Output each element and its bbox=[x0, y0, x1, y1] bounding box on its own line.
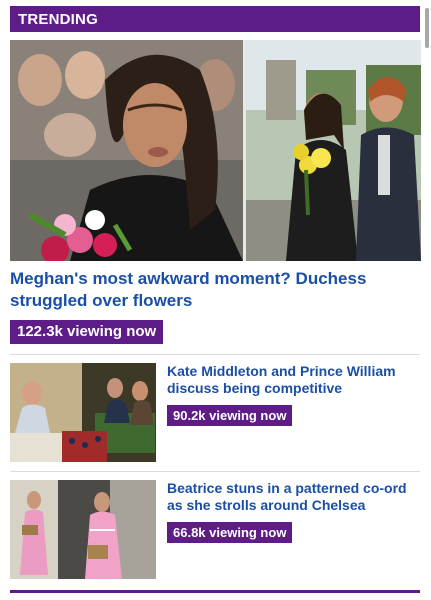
hero-photo-left bbox=[10, 40, 243, 261]
hero-image[interactable] bbox=[10, 40, 421, 261]
story-headline-link-2[interactable]: Beatrice stuns in a patterned co-ord as … bbox=[167, 480, 422, 514]
scrollbar-thumb[interactable] bbox=[425, 8, 429, 48]
story-headline-link-1[interactable]: Kate Middleton and Prince William discus… bbox=[167, 363, 422, 397]
section-header-label: TRENDING bbox=[18, 11, 98, 28]
section-header-trending: TRENDING bbox=[10, 6, 420, 32]
hero-headline-link[interactable]: Meghan's most awkward moment? Duchess st… bbox=[10, 268, 415, 312]
divider bbox=[10, 471, 420, 472]
hero-photo-right bbox=[246, 40, 421, 261]
story-thumbnail-2[interactable] bbox=[10, 480, 156, 579]
bottom-rule bbox=[10, 590, 420, 593]
divider bbox=[10, 354, 420, 355]
hero-viewing-badge: 122.3k viewing now bbox=[10, 320, 164, 344]
story-viewing-badge-2: 66.8k viewing now bbox=[167, 522, 293, 543]
story-thumbnail-1[interactable] bbox=[10, 363, 156, 462]
story-viewing-badge-1: 90.2k viewing now bbox=[167, 405, 293, 426]
